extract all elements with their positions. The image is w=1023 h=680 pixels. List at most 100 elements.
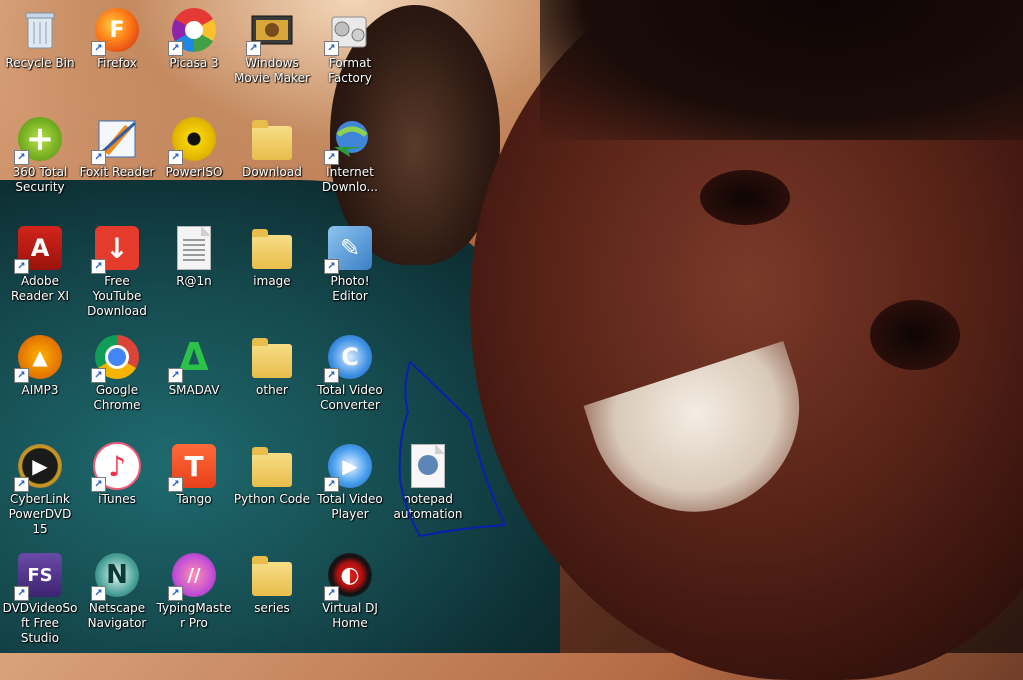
desktop-icon-download[interactable]: Download [233,109,311,213]
desktop-icon-aimp3[interactable]: ▲ ↗ AIMP3 [1,327,79,431]
icon-label: Internet Downlo... [322,165,378,194]
icon-label: Firefox [97,56,137,70]
text-document-icon [170,224,218,272]
icon-label: Format Factory [328,56,372,85]
desktop-icon-image[interactable]: image [233,218,311,322]
desktop-icon-free-youtube-download[interactable]: ↓ ↗ Free YouTube Download [78,218,156,322]
shortcut-arrow-icon: ↗ [168,150,183,165]
desktop-icon-format-factory[interactable]: ↗ Format Factory [311,0,389,104]
shortcut-arrow-icon: ↗ [324,368,339,383]
firefox-icon: F ↗ [91,6,141,56]
format-factory-icon: ↗ [324,6,374,56]
globe-download-icon: ↗ [324,115,374,165]
folder-icon [248,115,296,163]
icon-label: iTunes [98,492,136,506]
folder-icon [248,442,296,490]
adobe-reader-icon: A ↗ [14,224,64,274]
shortcut-arrow-icon: ↗ [14,259,29,274]
icon-label: Tango [176,492,212,506]
icon-label: Picasa 3 [169,56,219,70]
icon-label: Recycle Bin [5,56,75,70]
shortcut-arrow-icon: ↗ [324,477,339,492]
desktop-icon-firefox[interactable]: F ↗ Firefox [78,0,156,104]
dvdvideosoft-icon: FS ↗ [14,551,64,601]
shortcut-arrow-icon: ↗ [14,586,29,601]
icon-label: Google Chrome [93,383,141,412]
tango-icon: T ↗ [168,442,218,492]
icon-label: Adobe Reader XI [10,274,70,303]
shortcut-arrow-icon: ↗ [168,586,183,601]
desktop-icon-total-video-converter[interactable]: C ↗ Total Video Converter [311,327,389,431]
desktop-icon-google-chrome[interactable]: ↗ Google Chrome [78,327,156,431]
icon-label: Photo! Editor [330,274,370,303]
shortcut-arrow-icon: ↗ [91,259,106,274]
desktop-icon-windows-movie-maker[interactable]: ↗ Windows Movie Maker [233,0,311,104]
desktop-icon-r1n[interactable]: R@1n [155,218,233,322]
icon-label: series [254,601,290,615]
desktop-icon-tango[interactable]: T ↗ Tango [155,436,233,540]
icon-label: Windows Movie Maker [234,56,310,85]
netscape-icon: N ↗ [91,551,141,601]
total-video-converter-icon: C ↗ [324,333,374,383]
typingmaster-icon: // ↗ [168,551,218,601]
shortcut-arrow-icon: ↗ [324,259,339,274]
picasa-icon: ↗ [168,6,218,56]
desktop-icon-internet-download-manager[interactable]: ↗ Internet Downlo... [311,109,389,213]
icon-label: SMADAV [168,383,220,397]
icon-label: TypingMaster Pro [156,601,232,630]
total-video-player-icon: ▶ ↗ [324,442,374,492]
shortcut-arrow-icon: ↗ [91,41,106,56]
shortcut-arrow-icon: ↗ [168,477,183,492]
desktop-icon-other[interactable]: other [233,327,311,431]
desktop-icon-foxit-reader[interactable]: ↗ Foxit Reader [78,109,156,213]
icon-label: Free YouTube Download [87,274,147,318]
desktop-icon-itunes[interactable]: ♪ ↗ iTunes [78,436,156,540]
desktop-icon-netscape-navigator[interactable]: N ↗ Netscape Navigator [78,545,156,649]
icon-label: Netscape Navigator [87,601,147,630]
desktop-icon-virtual-dj-home[interactable]: ◐ ↗ Virtual DJ Home [311,545,389,649]
shortcut-arrow-icon: ↗ [91,586,106,601]
film-reel-icon: ↗ [246,6,296,56]
desktop-icon-series[interactable]: series [233,545,311,649]
recycle-bin-icon [16,6,64,54]
icon-label: notepad automation [393,492,463,521]
desktop-icon-typingmaster-pro[interactable]: // ↗ TypingMaster Pro [155,545,233,649]
desktop-icon-python-code[interactable]: Python Code [233,436,311,540]
icon-label: Total Video Converter [317,383,383,412]
desktop-icon-smadav[interactable]: Δ ↗ SMADAV [155,327,233,431]
desktop-icon-picasa[interactable]: ↗ Picasa 3 [155,0,233,104]
icon-label: AIMP3 [21,383,59,397]
desktop-icon-adobe-reader[interactable]: A ↗ Adobe Reader XI [1,218,79,322]
icon-label: Download [242,165,302,179]
desktop-icon-notepad-automation[interactable]: notepad automation [389,436,467,540]
autoit-script-icon [404,442,452,490]
powerdvd-icon: ▶ ↗ [14,442,64,492]
icon-label: Virtual DJ Home [322,601,378,630]
shortcut-arrow-icon: ↗ [324,586,339,601]
icon-label: Python Code [233,492,311,506]
aimp-icon: ▲ ↗ [14,333,64,383]
icon-label: Foxit Reader [79,165,155,179]
virtual-dj-icon: ◐ ↗ [324,551,374,601]
icon-label: R@1n [176,274,212,288]
shortcut-arrow-icon: ↗ [324,41,339,56]
shortcut-arrow-icon: ↗ [14,150,29,165]
desktop-icon-photo-editor[interactable]: ✎ ↗ Photo! Editor [311,218,389,322]
shortcut-arrow-icon: ↗ [91,150,106,165]
desktop-icon-cyberlink-powerdvd[interactable]: ▶ ↗ CyberLink PowerDVD 15 [1,436,79,540]
shortcut-arrow-icon: ↗ [324,150,339,165]
desktop-icon-dvdvideosoft[interactable]: FS ↗ DVDVideoSoft Free Studio [1,545,79,649]
desktop-icon-recycle-bin[interactable]: Recycle Bin [1,0,79,104]
desktop-icon-poweriso[interactable]: ↗ PowerISO [155,109,233,213]
desktop-icon-total-video-player[interactable]: ▶ ↗ Total Video Player [311,436,389,540]
icon-label: DVDVideoSoft Free Studio [2,601,78,645]
desktop-icon-360-total-security[interactable]: + ↗ 360 Total Security [1,109,79,213]
icon-label: image [253,274,291,288]
icon-label: other [256,383,288,397]
shortcut-arrow-icon: ↗ [91,477,106,492]
icon-label: Total Video Player [317,492,383,521]
download-arrow-icon: ↓ ↗ [91,224,141,274]
360-security-icon: + ↗ [14,115,64,165]
shortcut-arrow-icon: ↗ [246,41,261,56]
folder-icon [248,551,296,599]
